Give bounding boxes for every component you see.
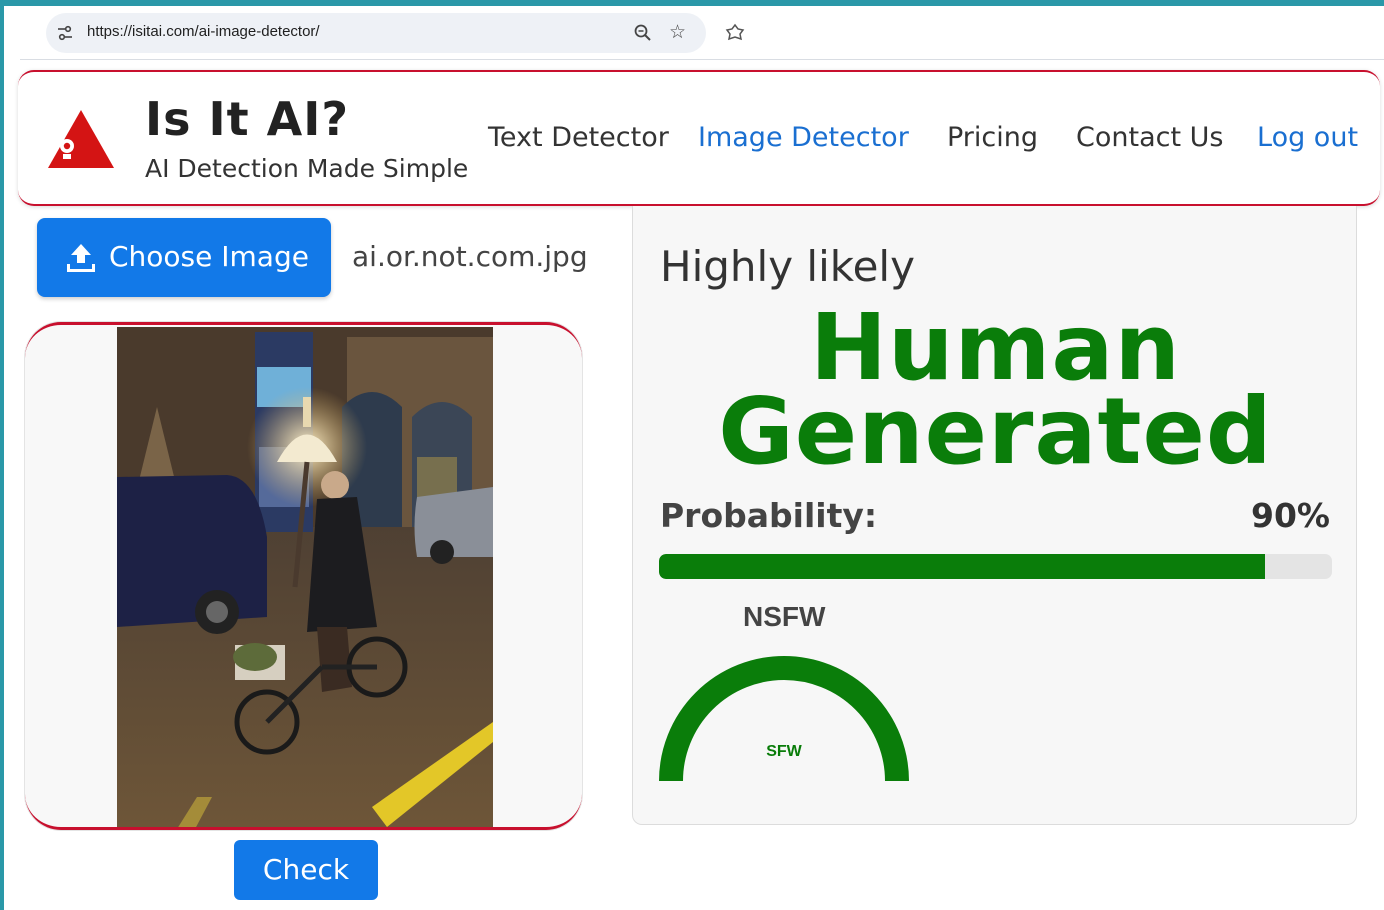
nav-text-detector[interactable]: Text Detector [488,122,669,153]
verdict-text: Human Generated [633,302,1358,485]
brand-subtitle: AI Detection Made Simple [145,154,469,183]
red-triangle-logo-icon[interactable] [46,108,116,170]
probability-value: 90% [1251,496,1330,535]
browser-divider [20,59,1384,60]
choose-image-label: Choose Image [109,240,309,273]
url-text[interactable]: https://isitai.com/ai-image-detector/ [87,23,320,40]
nav-image-detector[interactable]: Image Detector [698,122,909,153]
brand-title[interactable]: Is It AI? [145,92,349,146]
probability-bar-fill [659,554,1265,579]
zoom-icon[interactable] [633,23,653,43]
probability-label: Probability: [660,496,878,535]
nav-pricing[interactable]: Pricing [947,122,1038,153]
image-preview-frame [25,322,582,830]
nsfw-gauge [659,656,909,781]
verdict-line-2: Generated [718,378,1273,485]
star-icon[interactable]: ☆ [669,22,686,42]
desktop-edge-top [0,0,1384,6]
address-bar[interactable]: https://isitai.com/ai-image-detector/ ☆ [46,13,706,53]
site-settings-icon[interactable] [56,24,74,42]
nav-contact-us[interactable]: Contact Us [1076,122,1223,153]
selected-filename: ai.or.not.com.jpg [352,240,588,273]
desktop-edge-left [0,0,4,910]
choose-image-button[interactable]: Choose Image [37,218,331,297]
probability-bar [659,554,1332,579]
uploaded-photo [117,327,493,827]
extensions-icon[interactable] [724,22,746,44]
nsfw-title: NSFW [743,601,826,632]
site-header: Is It AI? AI Detection Made Simple Text … [18,70,1380,206]
nav-log-out[interactable]: Log out [1257,122,1358,153]
nsfw-gauge-label: SFW [766,743,802,760]
upload-icon [67,244,95,272]
result-card: Highly likely Human Generated Probabilit… [632,206,1357,825]
check-button[interactable]: Check [234,840,378,900]
likelihood-text: Highly likely [660,242,915,291]
